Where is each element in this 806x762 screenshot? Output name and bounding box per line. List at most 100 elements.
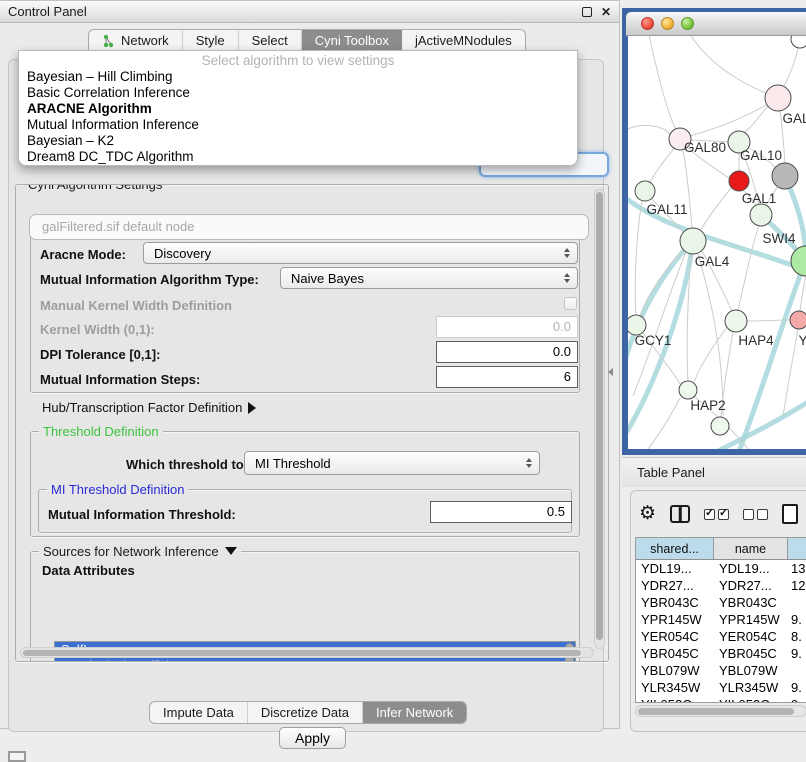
dropdown-item[interactable]: Basic Correlation Inference	[19, 85, 577, 101]
tab-impute-data[interactable]: Impute Data	[150, 702, 248, 723]
mi-threshold-field[interactable]: 0.5	[430, 501, 572, 523]
attribute-item[interactable]: TopologicalCoefficient	[55, 658, 575, 662]
network-edge[interactable]	[694, 327, 727, 382]
network-edge[interactable]	[698, 254, 723, 416]
node-GAL11[interactable]	[635, 181, 655, 201]
which-threshold-value: MI Threshold	[255, 456, 331, 471]
tab-discretize-data[interactable]: Discretize Data	[248, 702, 363, 723]
threshold-definition-title: Threshold Definition	[39, 424, 163, 439]
table-row[interactable]: YBR045CYBR045C9.	[636, 645, 806, 662]
table-panel-titlebar: Table Panel	[622, 457, 806, 487]
column-header-partial[interactable]	[788, 538, 806, 559]
tab-style[interactable]: Style	[183, 30, 239, 51]
dropdown-item[interactable]: Mutual Information Inference	[19, 117, 577, 133]
table-cell: YBR043C	[636, 594, 714, 611]
manual-kernel-checkbox[interactable]	[564, 297, 577, 310]
node-HAP2[interactable]	[679, 381, 697, 399]
node-GAL1-red[interactable]	[729, 171, 749, 191]
node-label-GAL4: GAL4	[695, 254, 730, 269]
node-bottom-partial[interactable]	[711, 417, 729, 435]
tab-cyni-toolbox[interactable]: Cyni Toolbox	[302, 30, 402, 51]
tab-network[interactable]: Network	[89, 30, 183, 51]
table-row[interactable]: YBL079WYBL079W	[636, 662, 806, 679]
table-panel-title: Table Panel	[637, 465, 705, 480]
apply-button[interactable]: Apply	[279, 727, 346, 749]
table-row[interactable]: YBR043CYBR043C	[636, 594, 806, 611]
node-right-green[interactable]	[791, 246, 806, 276]
data-table-combobox[interactable]: galFiltered.sif default node	[29, 214, 589, 240]
tab-select[interactable]: Select	[239, 30, 302, 51]
table-panel: ⚙ shared...name YDL19...YDL19...13YDR27.…	[630, 490, 806, 732]
bottom-left-partial-button[interactable]	[8, 751, 26, 762]
function-icon[interactable]	[782, 504, 798, 524]
sources-group-title[interactable]: Sources for Network Inference	[39, 544, 241, 559]
settings-vertical-scrollbar[interactable]	[594, 189, 605, 649]
node-top-partial[interactable]	[791, 36, 806, 48]
table-row[interactable]: YDL19...YDL19...13	[636, 560, 806, 577]
dropdown-item[interactable]: Dream8 DC_TDC Algorithm	[19, 149, 577, 165]
network-edge[interactable]	[700, 188, 731, 231]
column-header-name[interactable]: name	[714, 538, 788, 559]
table-row[interactable]: YIL052CYIL052C9	[636, 696, 806, 703]
column-header-shared...[interactable]: shared...	[636, 538, 714, 559]
dropdown-item[interactable]: Bayesian – K2	[19, 133, 577, 149]
table-row[interactable]: YDR27...YDR27...12	[636, 577, 806, 594]
network-edge[interactable]	[635, 201, 642, 315]
node-HAP4[interactable]	[725, 310, 747, 332]
network-edge[interactable]	[688, 36, 768, 94]
table-cell: YBL079W	[636, 662, 714, 679]
kernel-width-field[interactable]: 0.0	[436, 316, 578, 338]
tab-infer-network[interactable]: Infer Network	[363, 702, 466, 723]
table-cell: YIL052C	[714, 696, 788, 703]
hub-definition-toggle[interactable]: Hub/Transcription Factor Definition	[42, 400, 256, 415]
splitpane-collapse-handle[interactable]	[608, 368, 613, 376]
column-browser-icon[interactable]	[670, 505, 690, 523]
gear-icon[interactable]: ⚙	[639, 504, 656, 524]
network-icon	[102, 34, 115, 48]
node-table[interactable]: shared...name YDL19...YDL19...13YDR27...…	[635, 537, 806, 703]
network-edge[interactable]	[648, 398, 680, 449]
network-canvas[interactable]: GALGAL80GAL10GAL1GAL11SWI4GAL4GCY1HAP4YH…	[628, 36, 806, 449]
table-cell: YBR043C	[714, 594, 788, 611]
table-row[interactable]: YLR345WYLR345W9.	[636, 679, 806, 696]
tab-jactivemnodules[interactable]: jActiveMNodules	[402, 30, 525, 51]
minimize-traffic-light-icon[interactable]	[661, 17, 674, 30]
network-edge[interactable]	[738, 226, 759, 310]
dropdown-item[interactable]: Bayesian – Hill Climbing	[19, 69, 577, 85]
table-cell: YER054C	[636, 628, 714, 645]
dropdown-item[interactable]: ARACNE Algorithm	[19, 101, 577, 117]
settings-horizontal-scrollbar[interactable]	[20, 647, 594, 658]
table-row[interactable]: YER054CYER054C8.	[636, 628, 806, 645]
which-threshold-combobox[interactable]: MI Threshold	[244, 451, 540, 475]
network-edge[interactable]	[650, 149, 674, 183]
control-panel-titlebar: Control Panel ✕	[0, 1, 619, 23]
node-SWI4[interactable]	[750, 204, 772, 226]
select-all-icon[interactable]	[704, 509, 729, 520]
table-cell: YBR045C	[714, 645, 788, 662]
node-GCY1[interactable]	[628, 315, 646, 335]
zoom-traffic-light-icon[interactable]	[681, 17, 694, 30]
network-edge[interactable]	[648, 36, 676, 129]
mi-type-combobox[interactable]: Naive Bayes	[280, 267, 578, 289]
table-cell: YER054C	[714, 628, 788, 645]
aracne-mode-combobox[interactable]: Discovery	[143, 242, 578, 264]
network-edge[interactable]	[742, 106, 768, 134]
table-horizontal-scrollbar[interactable]	[635, 705, 806, 717]
node-label-GAL10: GAL10	[740, 148, 782, 163]
node-salmon[interactable]	[790, 311, 806, 329]
network-edge[interactable]	[628, 125, 670, 134]
table-header-row: shared...name	[636, 538, 806, 560]
table-row[interactable]: YPR145WYPR145W9.	[636, 611, 806, 628]
close-icon[interactable]: ✕	[601, 5, 611, 19]
kernel-width-label: Kernel Width (0,1):	[40, 322, 155, 337]
network-edge[interactable]	[783, 329, 798, 416]
node-GAL4[interactable]	[680, 228, 706, 254]
algorithm-dropdown-list: Select algorithm to view settings Bayesi…	[18, 50, 578, 166]
dpi-tolerance-field[interactable]: 0.0	[436, 341, 578, 363]
node-gray[interactable]	[772, 163, 798, 189]
deselect-all-icon[interactable]	[743, 509, 768, 520]
float-window-icon[interactable]	[582, 7, 592, 17]
mi-steps-field[interactable]: 6	[436, 366, 578, 388]
node-pink-top[interactable]	[765, 85, 791, 111]
close-traffic-light-icon[interactable]	[641, 17, 654, 30]
